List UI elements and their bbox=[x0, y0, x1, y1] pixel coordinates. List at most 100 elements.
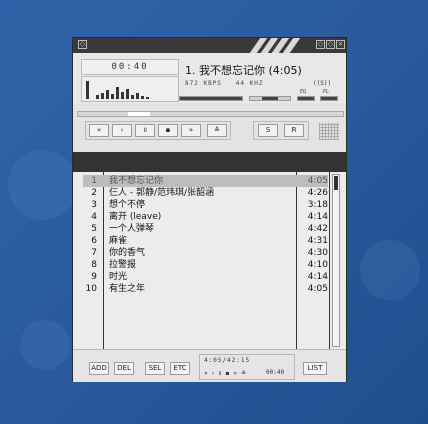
desktop-bokeh bbox=[8, 150, 78, 220]
track-number: 6 bbox=[91, 236, 97, 246]
sel-button[interactable]: SEL bbox=[145, 362, 165, 375]
track-duration: 3:18 bbox=[307, 200, 328, 210]
next-button[interactable]: » bbox=[181, 124, 201, 137]
mini-display: 4:05/42:15 « › ॥ ▪ » ≙ 00:40 bbox=[199, 354, 295, 380]
spectrum-visualizer[interactable] bbox=[81, 76, 179, 102]
track-number: 5 bbox=[91, 224, 97, 234]
mini-transport[interactable]: « › ॥ ▪ » ≙ bbox=[204, 369, 247, 377]
list-button[interactable]: LIST bbox=[303, 362, 327, 375]
transport-controls: « › ॥ ▪ » ≙ S R bbox=[73, 120, 346, 144]
stereo-indicator: ((S)) bbox=[313, 80, 332, 87]
desktop-bokeh bbox=[360, 240, 420, 300]
seek-thumb[interactable] bbox=[128, 112, 150, 116]
samplerate-value: 44 bbox=[235, 80, 245, 87]
track-title: 有生之年 bbox=[109, 284, 146, 294]
display-area: 00:40 1. 我不想忘记你 (4:05) 872 KBPS 44 KHZ (… bbox=[73, 53, 346, 103]
volume-level bbox=[180, 97, 242, 100]
track-duration: 4:14 bbox=[307, 272, 328, 282]
shade-icon[interactable]: ◇ bbox=[326, 40, 335, 49]
track-duration: 4:26 bbox=[307, 188, 328, 198]
track-number: 7 bbox=[91, 248, 97, 258]
balance-level bbox=[262, 97, 278, 100]
viz-bar bbox=[131, 95, 134, 99]
viz-bar bbox=[86, 81, 89, 99]
viz-bar bbox=[96, 95, 99, 99]
track-duration: 4:10 bbox=[307, 260, 328, 270]
viz-bar bbox=[136, 93, 139, 99]
eq-toggle[interactable] bbox=[297, 96, 315, 101]
prev-button[interactable]: « bbox=[89, 124, 109, 137]
playlist-row[interactable]: 5 一个人弹琴 4:42 bbox=[83, 223, 328, 235]
eject-button[interactable]: ≙ bbox=[207, 124, 227, 137]
viz-bar bbox=[106, 90, 109, 99]
track-duration: 4:30 bbox=[307, 248, 328, 258]
stop-button[interactable]: ▪ bbox=[158, 124, 178, 137]
playlist-row[interactable]: 2 仨人 - 郭静/范玮琪/张韶涵 4:26 bbox=[83, 187, 328, 199]
track-number: 8 bbox=[91, 260, 97, 270]
play-button[interactable]: › bbox=[112, 124, 132, 137]
stream-info: 872 KBPS 44 KHZ bbox=[185, 80, 263, 87]
minimize-icon[interactable]: ◇ bbox=[316, 40, 325, 49]
shuffle-button[interactable]: S bbox=[258, 124, 278, 137]
scrollbar-thumb[interactable] bbox=[334, 176, 338, 190]
track-number: 1 bbox=[91, 176, 97, 186]
track-duration: 4:05 bbox=[307, 176, 328, 186]
track-title: 麻雀 bbox=[109, 236, 128, 246]
track-title: 离开 (leave) bbox=[109, 212, 162, 222]
track-title: 时光 bbox=[109, 272, 128, 282]
pl-toggle[interactable] bbox=[320, 96, 338, 101]
grip-icon bbox=[319, 123, 339, 140]
seek-bar[interactable] bbox=[77, 111, 344, 117]
viz-bar bbox=[101, 93, 104, 99]
playlist-row[interactable]: 1 我不想忘记你 4:05 bbox=[83, 175, 328, 187]
pause-button[interactable]: ॥ bbox=[135, 124, 155, 137]
viz-bar bbox=[141, 96, 144, 99]
viz-bar bbox=[111, 94, 114, 99]
track-duration: 4:42 bbox=[307, 224, 328, 234]
playlist-title-bar[interactable] bbox=[73, 152, 346, 172]
column-divider bbox=[329, 172, 330, 349]
track-title: 拉警报 bbox=[109, 260, 137, 270]
playlist-scrollbar[interactable] bbox=[332, 174, 340, 347]
del-button[interactable]: DEL bbox=[114, 362, 134, 375]
mini-elapsed-time: 00:40 bbox=[266, 369, 285, 376]
viz-bar bbox=[146, 97, 149, 99]
elapsed-time[interactable]: 00:40 bbox=[81, 59, 179, 75]
track-title: 一个人弹琴 bbox=[109, 224, 155, 234]
now-playing-title: 1. 我不想忘记你 (4:05) bbox=[185, 64, 302, 77]
balance-slider[interactable] bbox=[249, 96, 291, 101]
bitrate-unit: KBPS bbox=[203, 80, 222, 87]
playlist-row[interactable]: 7 你的香气 4:30 bbox=[83, 247, 328, 259]
playlist-toolbar: ADD DEL SEL ETC 4:05/42:15 « › ॥ ▪ » ≙ 0… bbox=[73, 349, 346, 382]
track-number: 9 bbox=[91, 272, 97, 282]
playlist-row[interactable]: 6 麻雀 4:31 bbox=[83, 235, 328, 247]
track-number: 4 bbox=[91, 212, 97, 222]
eq-label: EQ bbox=[300, 89, 307, 95]
playlist: 1 我不想忘记你 4:05 2 仨人 - 郭静/范玮琪/张韶涵 4:26 3 想… bbox=[73, 172, 346, 349]
volume-slider[interactable] bbox=[179, 96, 243, 101]
track-title: 想个不停 bbox=[109, 200, 146, 210]
pl-label: PL bbox=[323, 89, 330, 95]
repeat-button[interactable]: R bbox=[284, 124, 304, 137]
playlist-row[interactable]: 9 时光 4:14 bbox=[83, 271, 328, 283]
viz-bar bbox=[126, 89, 129, 99]
playlist-row[interactable]: 3 想个不停 3:18 bbox=[83, 199, 328, 211]
track-title: 我不想忘记你 bbox=[109, 176, 164, 186]
close-icon[interactable]: × bbox=[336, 40, 345, 49]
add-button[interactable]: ADD bbox=[89, 362, 109, 375]
playlist-row[interactable]: 10 有生之年 4:05 bbox=[83, 283, 328, 295]
viz-bar bbox=[116, 87, 119, 99]
player-window: ◇ ◇ ◇ × 00:40 1. 我不想忘记你 (4:05) 872 KBPS bbox=[72, 37, 347, 382]
desktop-bokeh bbox=[20, 320, 70, 370]
samplerate-unit: KHZ bbox=[249, 80, 264, 87]
menu-icon[interactable]: ◇ bbox=[78, 40, 87, 49]
etc-button[interactable]: ETC bbox=[170, 362, 190, 375]
viz-bar bbox=[121, 92, 124, 99]
track-title: 你的香气 bbox=[109, 248, 146, 258]
track-duration: 4:31 bbox=[307, 236, 328, 246]
playlist-row[interactable]: 4 离开 (leave) 4:14 bbox=[83, 211, 328, 223]
track-title: 仨人 - 郭静/范玮琪/张韶涵 bbox=[109, 188, 215, 198]
eq-toggle-fill bbox=[298, 97, 314, 100]
title-bar[interactable]: ◇ ◇ ◇ × bbox=[73, 38, 346, 53]
playlist-row[interactable]: 8 拉警报 4:10 bbox=[83, 259, 328, 271]
